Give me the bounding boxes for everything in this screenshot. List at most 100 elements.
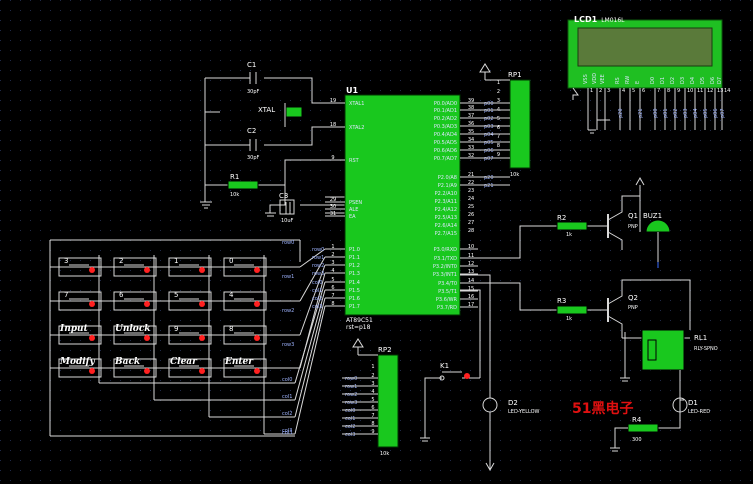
lcd-pin-label-7: D1	[660, 77, 666, 84]
lcd-pin-num-7: 8	[667, 88, 670, 94]
rp2-net-5: col1	[345, 416, 355, 422]
mcu-pinnum-p2-4: 25	[468, 204, 474, 210]
key-button[interactable]	[144, 301, 150, 307]
r3-body[interactable]	[556, 305, 588, 315]
lcd-data-net-2: p02	[673, 108, 679, 118]
key-button[interactable]	[89, 368, 95, 374]
key-button[interactable]	[89, 301, 95, 307]
key-label: 4	[229, 291, 234, 299]
lcd-pin-num-10: 11	[697, 88, 703, 94]
mcu-ref-label: U1	[346, 86, 359, 95]
q1-type: PNP	[628, 224, 638, 230]
keypad-row-label-3: row3	[282, 342, 294, 348]
lcd-pin-label-1: VDD	[592, 73, 598, 84]
key-button[interactable]	[254, 267, 260, 273]
rp2-net-4: col0	[345, 408, 355, 414]
mcu-pin-p0-1: P0.1/AD1	[434, 108, 457, 114]
mcu-pin-left-0: XTAL1	[349, 101, 364, 107]
q2-ref: Q2	[628, 294, 638, 302]
p1-net-0: row0	[312, 247, 324, 253]
p1-net-5: col1	[312, 288, 322, 294]
mcu-part-label: AT89C51	[346, 317, 373, 324]
lcd-data-net-6: p06	[713, 108, 719, 118]
rp1-value: 10k	[510, 172, 519, 178]
p0-net-1: p01	[484, 108, 494, 114]
mcu-pinnum-p2-7: 28	[468, 228, 474, 234]
key-label: Enter	[224, 357, 254, 367]
r4-value: 300	[632, 437, 642, 443]
rp2-net-0: row0	[345, 376, 357, 382]
lcd-pin-num-5: 6	[642, 88, 645, 94]
mcu-pin-left-13: P1.7	[349, 304, 360, 310]
lcd-pin-label-5: E	[635, 81, 641, 84]
r2-body[interactable]	[556, 221, 588, 231]
key-label: 8	[229, 325, 233, 333]
key-button[interactable]	[199, 335, 205, 341]
key-button[interactable]	[144, 335, 150, 341]
key-button[interactable]	[89, 335, 95, 341]
mcu-pin-left-12: P1.6	[349, 296, 360, 302]
r4-body[interactable]	[627, 423, 659, 433]
mcu-pin-left-7: P1.1	[349, 255, 360, 261]
lcd-data-net-3: p03	[683, 108, 689, 118]
c3-ref: C3	[279, 192, 288, 200]
key-button[interactable]	[144, 368, 150, 374]
key-button[interactable]	[199, 267, 205, 273]
mcu-pin-left-6: P1.0	[349, 247, 360, 253]
key-button[interactable]	[89, 267, 95, 273]
mcu-pin-p2-7: P2.7/A15	[435, 231, 457, 237]
r1-value: 10k	[230, 192, 239, 198]
lcd-data-net-5: p05	[703, 108, 709, 118]
mcu-pin-p0-4: P0.4/AD4	[434, 132, 457, 138]
key-button[interactable]	[199, 301, 205, 307]
lcd-pin-label-12: D6	[710, 77, 716, 84]
mcu-pin-p3-4: P3.4/T0	[438, 281, 457, 287]
lcd-pin-label-4: RW	[625, 76, 631, 84]
key-label: 7	[64, 291, 68, 299]
key-label: 5	[174, 291, 178, 299]
lcd-pin-label-11: D5	[700, 77, 706, 84]
r1-body[interactable]	[227, 180, 259, 190]
d1-ref: D1	[688, 399, 698, 407]
key-button[interactable]	[254, 368, 260, 374]
lcd-data-net-4: p04	[693, 108, 699, 118]
mcu-pin-p0-5: P0.5/AD5	[434, 140, 457, 146]
key-button[interactable]	[199, 368, 205, 374]
rp1-body[interactable]	[509, 79, 531, 169]
k1-button[interactable]	[464, 373, 470, 379]
lcd-data-net-0: p00	[653, 108, 659, 118]
rp1-ref: RP1	[508, 71, 522, 79]
mcu-pinnum-p2-5: 26	[468, 212, 474, 218]
key-button[interactable]	[254, 301, 260, 307]
lcd-pin-num-13: 14	[724, 88, 730, 94]
keypad-col-label-2: col2	[282, 411, 292, 417]
crystal[interactable]	[285, 106, 303, 118]
p0-net-2: p02	[484, 116, 494, 122]
p2-net-1: p21	[484, 183, 494, 189]
mcu-pin-p2-4: P2.4/A12	[435, 207, 457, 213]
lcd-pin-label-2: VEE	[600, 74, 606, 84]
mcu-pin-p0-7: P0.7/AD7	[434, 156, 457, 162]
rp2-body[interactable]	[377, 354, 399, 448]
lcd-data-net-1: p01	[663, 108, 669, 118]
key-button[interactable]	[144, 267, 150, 273]
mcu-pinnum-p2-2: 23	[468, 188, 474, 194]
key-button[interactable]	[254, 335, 260, 341]
lcd-pin-num-12: 13	[717, 88, 723, 94]
lcd-pin-label-3: RS	[615, 77, 621, 84]
rp2-ref: RP2	[378, 346, 392, 354]
rp2-net-1: row1	[345, 384, 357, 390]
c3-value: 10uF	[281, 218, 294, 224]
p2-net-0: p20	[484, 175, 494, 181]
key-label: Back	[114, 357, 140, 367]
key-label: 3	[64, 257, 68, 265]
lcd-pin-num-1: 2	[599, 88, 602, 94]
rp1-pin-4: 5	[497, 116, 500, 122]
schematic-canvas[interactable]: { "lcd": { "ref": "LCD1", "part": "LM016…	[0, 0, 753, 484]
key-label: 9	[174, 325, 178, 333]
mcu-pin-left-8: P1.2	[349, 263, 360, 269]
c2-value: 30pF	[247, 155, 260, 161]
mcu-pin-p2-2: P2.2/A10	[435, 191, 457, 197]
r2-value: 1k	[566, 232, 572, 238]
buzzer-ref: BUZ1	[643, 212, 662, 220]
